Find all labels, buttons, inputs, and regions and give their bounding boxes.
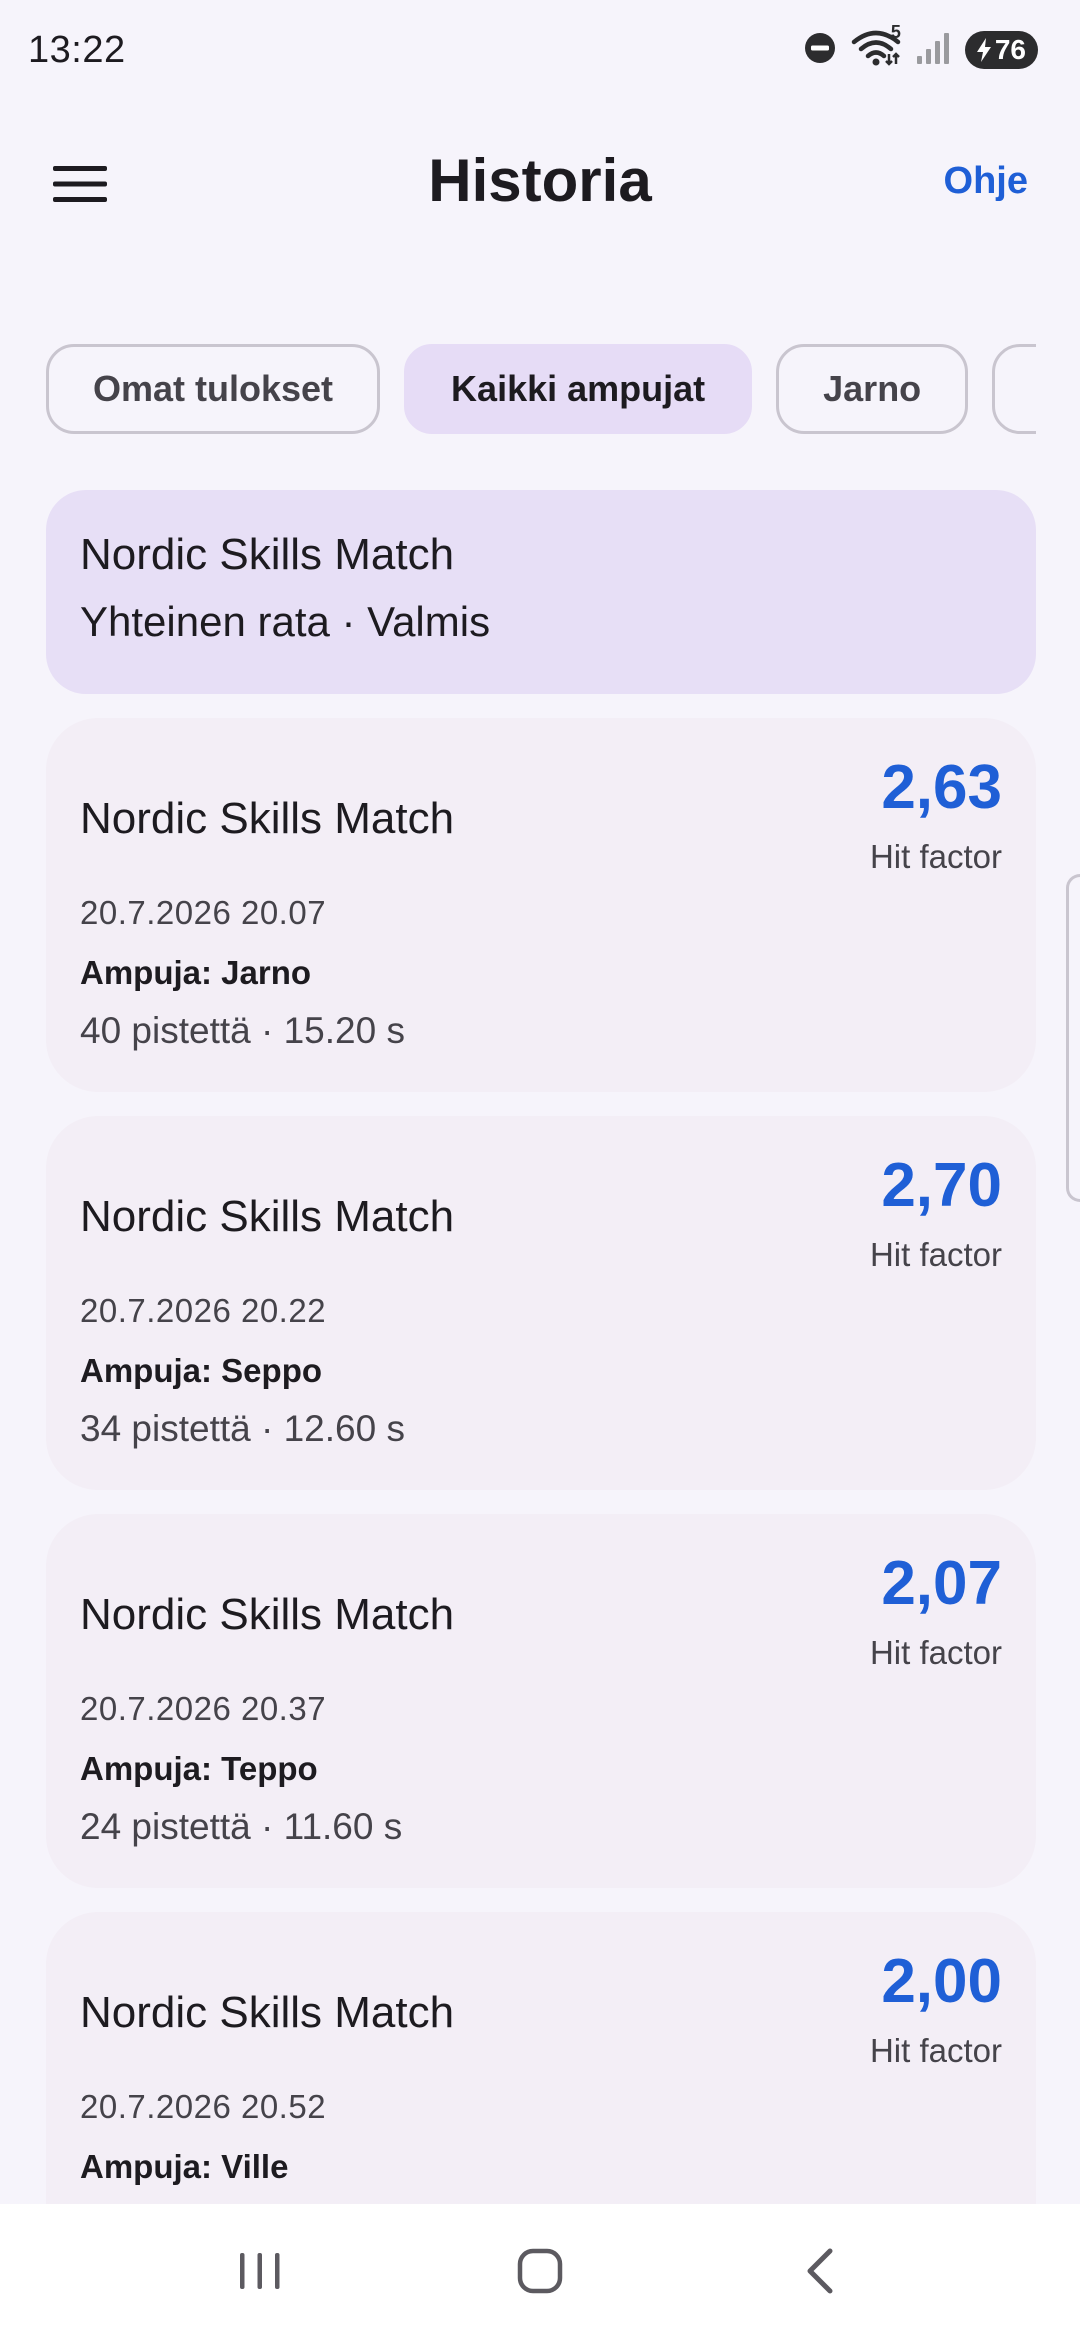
results-list[interactable]: Nordic Skills Match Yhteinen rata · Valm…: [46, 490, 1036, 2286]
chip-all-shooters[interactable]: Kaikki ampujat: [404, 344, 753, 434]
wifi-superscript: 5: [890, 21, 901, 42]
status-icons: 5 76: [803, 22, 1038, 73]
match-header-title: Nordic Skills Match: [80, 530, 455, 579]
result-shooter: Ampuja: Jarno: [80, 954, 312, 991]
filter-chip-row[interactable]: Omat tulokset Kaikki ampujat Jarno: [46, 344, 1036, 436]
back-icon: [804, 2247, 836, 2298]
result-shooter: Ampuja: Teppo: [80, 1750, 318, 1787]
system-navigation-bar: [0, 2204, 1080, 2340]
result-title: Nordic Skills Match: [80, 1988, 455, 2037]
result-date: 20.7.2026 20.37: [80, 1690, 327, 1727]
result-card[interactable]: Nordic Skills Match 2,63 Hit factor 20.7…: [46, 718, 1036, 1092]
chip-jarno[interactable]: Jarno: [776, 344, 969, 434]
result-shooter: Ampuja: Seppo: [80, 1352, 323, 1389]
page-title: Historia: [428, 147, 652, 214]
recent-apps-button[interactable]: [200, 2222, 320, 2322]
result-score: 34 pistettä · 12.60 s: [80, 1408, 405, 1449]
result-shooter: Ampuja: Ville: [80, 2148, 289, 2185]
home-icon: [516, 2247, 564, 2298]
result-title: Nordic Skills Match: [80, 1192, 455, 1241]
help-button[interactable]: Ohje: [944, 160, 1028, 203]
result-title: Nordic Skills Match: [80, 794, 455, 843]
chip-own-results[interactable]: Omat tulokset: [46, 344, 381, 434]
match-header-subtitle: Yhteinen rata · Valmis: [80, 598, 491, 645]
scrollbar-handle[interactable]: [1066, 874, 1080, 1202]
result-date: 20.7.2026 20.52: [80, 2088, 327, 2125]
result-card[interactable]: Nordic Skills Match 2,07 Hit factor 20.7…: [46, 1514, 1036, 1888]
cellular-signal-icon: [915, 30, 951, 71]
status-bar: 13:22 5 76: [0, 0, 1080, 100]
battery-level: 76: [994, 34, 1026, 65]
hit-factor-label: Hit factor: [869, 1236, 1002, 1273]
result-date: 20.7.2026 20.22: [80, 1292, 327, 1329]
status-time: 13:22: [28, 28, 126, 71]
hit-factor-label: Hit factor: [869, 838, 1002, 875]
match-header-card[interactable]: Nordic Skills Match Yhteinen rata · Valm…: [46, 490, 1036, 694]
result-card[interactable]: Nordic Skills Match 2,70 Hit factor 20.7…: [46, 1116, 1036, 1490]
hit-factor-label: Hit factor: [869, 2032, 1002, 2069]
wifi-icon: 5: [851, 22, 901, 73]
back-button[interactable]: [760, 2222, 880, 2322]
result-score: 24 pistettä · 11.60 s: [80, 1806, 403, 1847]
do-not-disturb-icon: [803, 31, 837, 70]
hit-factor-value: 2,63: [881, 753, 1002, 822]
top-app-bar: Historia Ohje: [0, 110, 1080, 260]
hit-factor-value: 2,70: [881, 1151, 1002, 1220]
result-title: Nordic Skills Match: [80, 1590, 455, 1639]
hit-factor-label: Hit factor: [869, 1634, 1002, 1671]
battery-charging-icon: 76: [964, 31, 1038, 69]
home-button[interactable]: [480, 2222, 600, 2322]
hit-factor-value: 2,00: [881, 1947, 1002, 2016]
hit-factor-value: 2,07: [881, 1549, 1002, 1618]
recent-apps-icon: [237, 2251, 283, 2294]
result-date: 20.7.2026 20.07: [80, 894, 327, 931]
result-score: 40 pistettä · 15.20 s: [80, 1010, 405, 1051]
chip-next[interactable]: [992, 344, 1036, 434]
